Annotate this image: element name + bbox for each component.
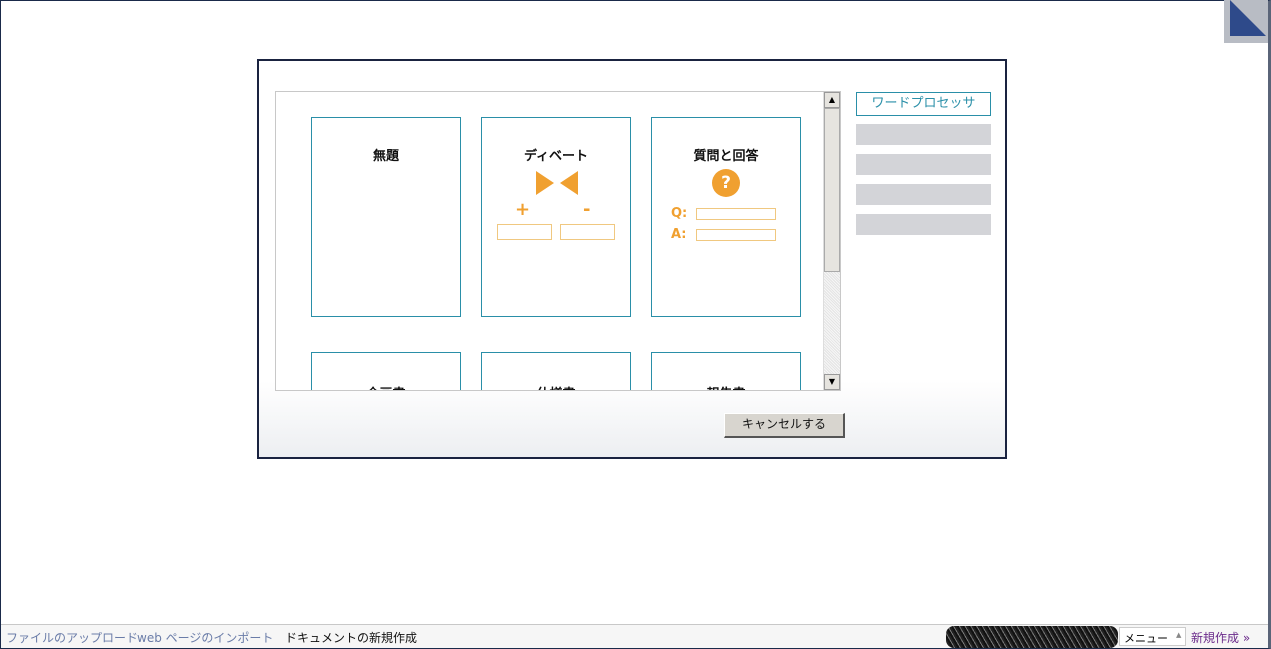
template-title: ディベート (523, 149, 589, 164)
a-box (696, 229, 776, 241)
create-new-link[interactable]: 新規作成 » (1191, 629, 1250, 646)
redacted-area (946, 626, 1118, 648)
template-card-untitled[interactable]: 無題 (311, 117, 461, 317)
q-label: Q: (671, 206, 688, 221)
vertical-scrollbar[interactable]: ▲ ▼ (823, 92, 840, 390)
template-card-proposal[interactable]: 企画書 (311, 352, 461, 390)
template-card-spec[interactable]: 仕様書 (481, 352, 631, 390)
template-title: 無題 (372, 149, 399, 164)
template-title: 企画書 (312, 383, 460, 390)
minus-label: - (583, 199, 591, 220)
corner-fold-icon (1230, 0, 1266, 36)
new-document-link[interactable]: ドキュメントの新規作成 (285, 629, 417, 646)
question-icon: ? (712, 169, 740, 197)
cancel-button[interactable]: キャンセルする (724, 413, 845, 438)
a-label: A: (671, 227, 687, 242)
category-placeholder[interactable] (856, 214, 991, 235)
con-box (560, 224, 615, 240)
plus-label: + (515, 199, 531, 220)
template-title: 仕様書 (482, 383, 630, 390)
template-card-report[interactable]: 報告書 (651, 352, 801, 390)
menu-select[interactable]: メニュー ▲ (1119, 627, 1186, 646)
upload-file-link[interactable]: ファイルのアップロード (6, 629, 138, 646)
template-card-debate[interactable]: ディベート + - (481, 117, 631, 317)
template-card-qa[interactable]: 質問と回答 ? Q: A: (651, 117, 801, 317)
page-corner-button[interactable] (1224, 0, 1268, 43)
scroll-down-icon[interactable]: ▼ (824, 374, 840, 390)
menu-label: メニュー (1124, 632, 1168, 645)
category-placeholder[interactable] (856, 184, 991, 205)
q-box (696, 208, 776, 220)
debate-icon (536, 171, 578, 195)
template-title: 報告書 (652, 383, 800, 390)
category-placeholder[interactable] (856, 124, 991, 145)
scroll-up-icon[interactable]: ▲ (824, 92, 840, 108)
pro-box (497, 224, 552, 240)
category-word-processor[interactable]: ワードプロセッサ (856, 92, 991, 116)
template-list: 無題 ディベート + - 質問と回答 ? Q: A: 企画書 仕様書 報告書 ▲… (275, 91, 841, 391)
scroll-thumb[interactable] (824, 108, 840, 272)
category-placeholder[interactable] (856, 154, 991, 175)
import-web-page-link[interactable]: web ページのインポート (137, 629, 273, 646)
footer-bar: ファイルのアップロード web ページのインポート ドキュメントの新規作成 メニ… (1, 624, 1268, 648)
chevron-up-icon: ▲ (1176, 631, 1182, 639)
template-title: 質問と回答 (693, 149, 759, 164)
new-document-dialog: 無題 ディベート + - 質問と回答 ? Q: A: 企画書 仕様書 報告書 ▲… (257, 59, 1007, 459)
